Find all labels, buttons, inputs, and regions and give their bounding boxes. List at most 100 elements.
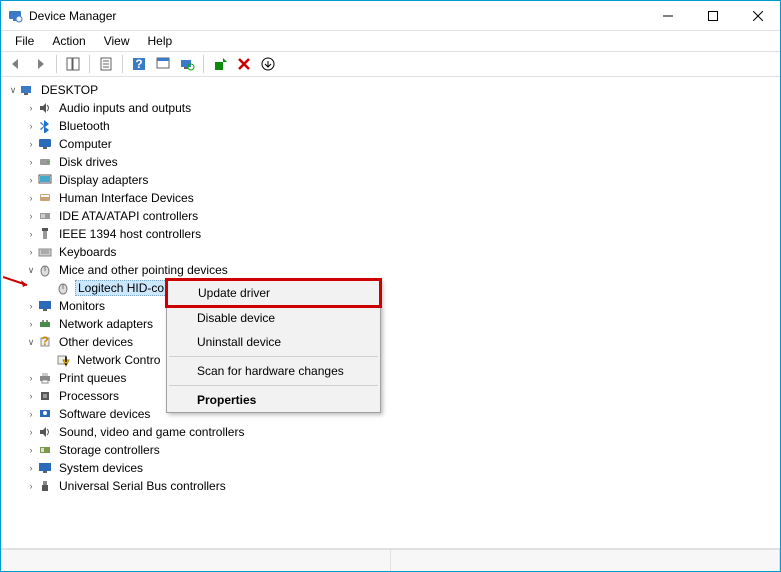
- uninstall-button[interactable]: [233, 53, 255, 75]
- tree-label: Other devices: [57, 335, 135, 349]
- tree-item-audio[interactable]: ›Audio inputs and outputs: [3, 99, 778, 117]
- close-button[interactable]: [735, 1, 780, 30]
- expand-icon[interactable]: ›: [25, 156, 37, 168]
- expand-icon[interactable]: ›: [25, 174, 37, 186]
- help-button[interactable]: ?: [128, 53, 150, 75]
- menu-item-update-driver[interactable]: Update driver: [165, 278, 382, 308]
- tree-label: Disk drives: [57, 155, 120, 169]
- software-icon: [37, 406, 53, 422]
- menu-item-scan-hardware[interactable]: Scan for hardware changes: [167, 359, 380, 383]
- computer-icon: [19, 82, 35, 98]
- tree-label: Processors: [57, 389, 121, 403]
- tree-item-usb[interactable]: ›Universal Serial Bus controllers: [3, 477, 778, 495]
- expand-icon[interactable]: ›: [25, 318, 37, 330]
- tree-item-bluetooth[interactable]: › Bluetooth: [3, 117, 778, 135]
- expand-icon[interactable]: ›: [25, 246, 37, 258]
- printer-icon: [37, 370, 53, 386]
- svg-text:!: !: [64, 354, 68, 367]
- annotation-arrow-icon: [3, 275, 33, 289]
- tree-item-monitors[interactable]: › Monitors: [3, 297, 778, 315]
- tree-label: IEEE 1394 host controllers: [57, 227, 203, 241]
- tree-label: Network Contro: [75, 353, 162, 367]
- hid-icon: [37, 190, 53, 206]
- tree-root[interactable]: ∨ DESKTOP: [3, 81, 778, 99]
- properties-button[interactable]: [95, 53, 117, 75]
- expand-icon[interactable]: ›: [25, 462, 37, 474]
- tree-item-other[interactable]: ∨? Other devices: [3, 333, 778, 351]
- mouse-icon: [55, 280, 71, 296]
- expand-icon[interactable]: ›: [25, 138, 37, 150]
- expand-icon[interactable]: ›: [25, 210, 37, 222]
- menu-item-label: Scan for hardware changes: [197, 364, 344, 378]
- speaker-icon: [37, 424, 53, 440]
- action-button[interactable]: [152, 53, 174, 75]
- expand-icon[interactable]: ›: [25, 426, 37, 438]
- menu-help[interactable]: Help: [140, 32, 181, 50]
- menu-view[interactable]: View: [96, 32, 138, 50]
- tree-label: Human Interface Devices: [57, 191, 196, 205]
- status-cell: [1, 550, 391, 571]
- tree-item-display[interactable]: ›Display adapters: [3, 171, 778, 189]
- tree-item-keyboards[interactable]: ›Keyboards: [3, 243, 778, 261]
- menu-item-uninstall-device[interactable]: Uninstall device: [167, 330, 380, 354]
- tree-label: Bluetooth: [57, 119, 112, 133]
- expand-icon[interactable]: ›: [25, 300, 37, 312]
- tree-item-computer[interactable]: ›Computer: [3, 135, 778, 153]
- status-cell: [391, 550, 781, 571]
- tree-item-storage[interactable]: › Storage controllers: [3, 441, 778, 459]
- tree-label: Monitors: [57, 299, 107, 313]
- device-tree[interactable]: ∨ DESKTOP ›Audio inputs and outputs › Blu…: [1, 77, 780, 549]
- expand-spacer: [43, 282, 55, 294]
- tree-item-network[interactable]: ›Network adapters: [3, 315, 778, 333]
- tree-item-system[interactable]: ›System devices: [3, 459, 778, 477]
- tree-item-software[interactable]: ›Software devices: [3, 405, 778, 423]
- disable-button[interactable]: [257, 53, 279, 75]
- minimize-button[interactable]: [645, 1, 690, 30]
- expand-icon[interactable]: ›: [25, 408, 37, 420]
- menu-action[interactable]: Action: [44, 32, 93, 50]
- menu-item-properties[interactable]: Properties: [167, 388, 380, 412]
- tree-item-sound[interactable]: › Sound, video and game controllers: [3, 423, 778, 441]
- menu-file[interactable]: File: [7, 32, 42, 50]
- expand-icon[interactable]: ›: [25, 192, 37, 204]
- tree-item-ide[interactable]: ›IDE ATA/ATAPI controllers: [3, 207, 778, 225]
- maximize-button[interactable]: [690, 1, 735, 30]
- tree-item-mice[interactable]: ∨Mice and other pointing devices: [3, 261, 778, 279]
- tree-item-hid[interactable]: › Human Interface Devices: [3, 189, 778, 207]
- other-icon: ?: [37, 334, 53, 350]
- tree-item-ieee[interactable]: › IEEE 1394 host controllers: [3, 225, 778, 243]
- menu-item-disable-device[interactable]: Disable device: [167, 306, 380, 330]
- expand-icon[interactable]: ›: [25, 120, 37, 132]
- expand-spacer: [43, 354, 55, 366]
- forward-button[interactable]: [29, 53, 51, 75]
- tree-item-printq[interactable]: › Print queues: [3, 369, 778, 387]
- toolbar-separator: [122, 55, 123, 73]
- back-button[interactable]: [5, 53, 27, 75]
- scan-hardware-button[interactable]: [176, 53, 198, 75]
- expand-icon[interactable]: ›: [25, 228, 37, 240]
- expand-icon[interactable]: ›: [25, 390, 37, 402]
- expand-icon[interactable]: ›: [25, 444, 37, 456]
- network-icon: [37, 316, 53, 332]
- tree-item-disk[interactable]: › Disk drives: [3, 153, 778, 171]
- expand-icon[interactable]: ›: [25, 102, 37, 114]
- menu-bar: File Action View Help: [1, 31, 780, 51]
- expand-icon[interactable]: ∨: [25, 336, 37, 348]
- show-hide-tree-button[interactable]: [62, 53, 84, 75]
- tree-label: Sound, video and game controllers: [57, 425, 246, 439]
- storage-icon: [37, 442, 53, 458]
- toolbar-separator: [56, 55, 57, 73]
- tree-label: Storage controllers: [57, 443, 162, 457]
- tree-item-network-contro[interactable]: ! Network Contro: [3, 351, 778, 369]
- menu-item-label: Disable device: [197, 311, 275, 325]
- expand-icon[interactable]: ›: [25, 372, 37, 384]
- svg-text:?: ?: [135, 57, 142, 71]
- title-bar: Device Manager: [1, 1, 780, 31]
- update-driver-button[interactable]: [209, 53, 231, 75]
- monitor-icon: [37, 298, 53, 314]
- tree-item-processors[interactable]: › Processors: [3, 387, 778, 405]
- tree-label: Print queues: [57, 371, 128, 385]
- tree-item-logitech[interactable]: Logitech HID-co: [3, 279, 778, 297]
- expand-icon[interactable]: ∨: [7, 84, 19, 96]
- expand-icon[interactable]: ›: [25, 480, 37, 492]
